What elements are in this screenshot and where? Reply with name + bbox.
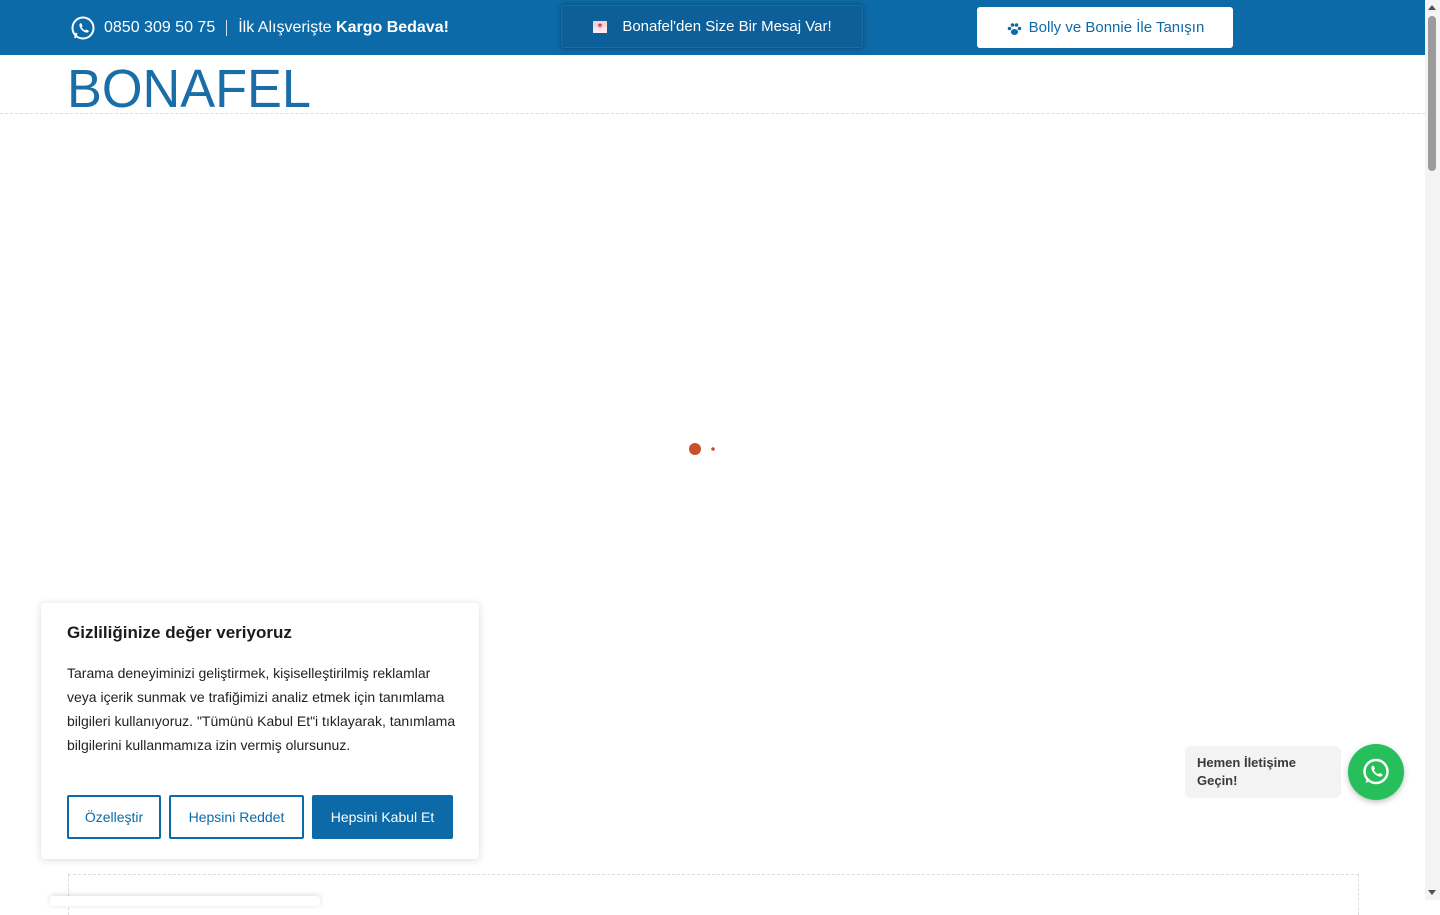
- bonafel-logo[interactable]: BONAFEL: [67, 59, 311, 109]
- whatsapp-icon: [1363, 758, 1389, 785]
- accept-all-button[interactable]: Hepsini Kabul Et: [312, 795, 453, 839]
- scrollbar-thumb[interactable]: [1428, 16, 1436, 171]
- logo-text: BONAFEL: [67, 59, 311, 109]
- cookie-actions: Özelleştir Hepsini Reddet Hepsini Kabul …: [67, 795, 453, 839]
- contact-info: 0850 309 50 75 İlk Alışverişte Kargo Bed…: [70, 15, 449, 41]
- bolly-bonnie-label: Bolly ve Bonnie İle Tanışın: [1028, 19, 1205, 36]
- whatsapp-chat-button[interactable]: [1348, 744, 1404, 800]
- promo-bold: Kargo Bedava!: [336, 19, 449, 36]
- bottom-card-edge: [50, 896, 320, 906]
- envelope-heart-icon: [593, 20, 608, 33]
- scroll-down-arrow[interactable]: [1428, 890, 1436, 895]
- shipping-promo: İlk Alışverişte Kargo Bedava!: [238, 19, 449, 37]
- message-button[interactable]: Bonafel'den Size Bir Mesaj Var!: [561, 5, 863, 48]
- customize-button[interactable]: Özelleştir: [67, 795, 161, 839]
- phone-number[interactable]: 0850 309 50 75: [104, 19, 215, 37]
- scroll-up-arrow[interactable]: [1428, 5, 1436, 10]
- message-button-label: Bonafel'den Size Bir Mesaj Var!: [622, 18, 832, 35]
- page-scrollbar[interactable]: [1425, 0, 1440, 900]
- cookie-title: Gizliliğinize değer veriyoruz: [67, 623, 292, 642]
- promo-prefix: İlk Alışverişte: [238, 19, 337, 36]
- content-container: [68, 874, 1359, 915]
- divider: [226, 20, 228, 36]
- top-bar: 0850 309 50 75 İlk Alışverişte Kargo Bed…: [0, 0, 1425, 55]
- cookie-description: Tarama deneyiminizi geliştirmek, kişisel…: [67, 665, 456, 753]
- cookie-consent-banner: Gizliliğinize değer veriyoruz Tarama den…: [41, 603, 479, 859]
- bolly-bonnie-button[interactable]: Bolly ve Bonnie İle Tanışın: [977, 7, 1233, 48]
- whatsapp-contact-label[interactable]: Hemen İletişime Geçin!: [1185, 746, 1341, 798]
- site-header: BONAFEL: [0, 55, 1425, 114]
- reject-all-button[interactable]: Hepsini Reddet: [169, 795, 304, 839]
- paw-icon: [1007, 22, 1021, 35]
- loading-spinner: [689, 443, 715, 455]
- whatsapp-icon[interactable]: [70, 15, 96, 41]
